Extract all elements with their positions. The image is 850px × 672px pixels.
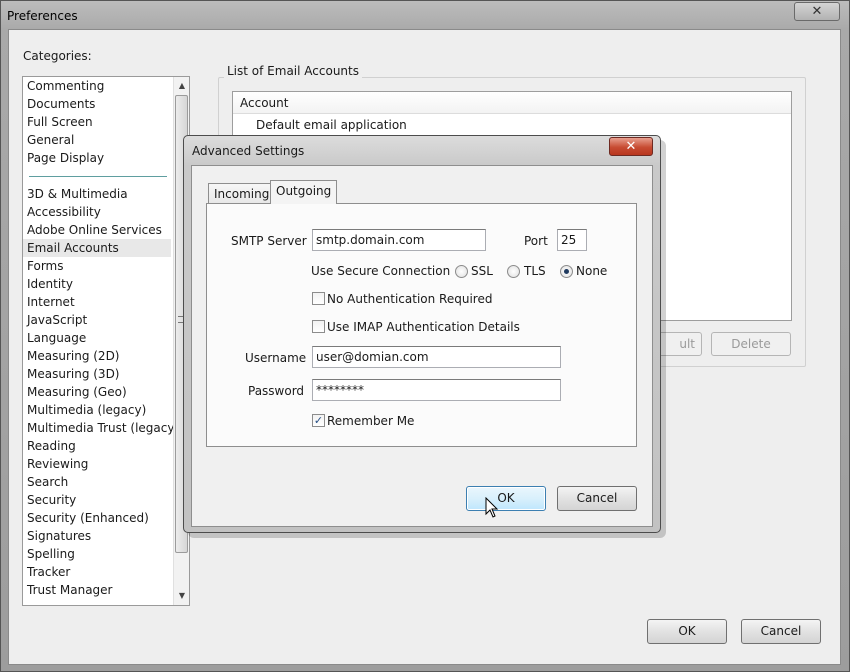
category-item-multimedia-legacy[interactable]: Multimedia (legacy) xyxy=(23,401,171,419)
checkmark-icon: ✓ xyxy=(313,414,324,427)
dialog-close-button[interactable]: ✕ xyxy=(609,137,653,156)
categories-label: Categories: xyxy=(23,49,92,63)
dialog-ok-button[interactable]: OK xyxy=(466,486,546,511)
category-item-spelling[interactable]: Spelling xyxy=(23,545,171,563)
category-separator xyxy=(29,176,167,177)
category-item-reading[interactable]: Reading xyxy=(23,437,171,455)
delete-button[interactable]: Delete xyxy=(711,332,791,356)
tls-label: TLS xyxy=(524,264,546,278)
scroll-down-arrow-icon[interactable]: ▼ xyxy=(177,591,187,601)
imap-auth-checkbox[interactable] xyxy=(312,320,325,333)
category-item-measuring-2d[interactable]: Measuring (2D) xyxy=(23,347,171,365)
category-item-multimedia-trust-legacy[interactable]: Multimedia Trust (legacy) xyxy=(23,419,179,437)
tab-incoming[interactable]: Incoming xyxy=(208,183,276,205)
category-item-adobe-online-services[interactable]: Adobe Online Services xyxy=(23,221,171,239)
ssl-radio[interactable] xyxy=(455,265,468,278)
port-label: Port xyxy=(524,234,548,248)
category-item-page-display[interactable]: Page Display xyxy=(23,149,171,167)
category-item-trust-manager[interactable]: Trust Manager xyxy=(23,581,171,599)
preferences-cancel-button[interactable]: Cancel xyxy=(741,619,821,644)
none-label: None xyxy=(576,264,608,278)
category-item-measuring-3d[interactable]: Measuring (3D) xyxy=(23,365,171,383)
ssl-label: SSL xyxy=(471,264,493,278)
category-item-security[interactable]: Security xyxy=(23,491,171,509)
category-item-javascript[interactable]: JavaScript xyxy=(23,311,171,329)
dialog-title: Advanced Settings xyxy=(192,144,305,158)
remember-me-checkbox[interactable]: ✓ xyxy=(312,414,325,427)
category-item-language[interactable]: Language xyxy=(23,329,171,347)
imap-auth-label: Use IMAP Authentication Details xyxy=(327,320,520,334)
password-input[interactable]: ******** xyxy=(312,379,561,401)
username-label: Username xyxy=(245,351,307,365)
category-item-documents[interactable]: Documents xyxy=(23,95,171,113)
category-item-signatures[interactable]: Signatures xyxy=(23,527,171,545)
account-row[interactable]: Default email application xyxy=(256,118,407,132)
category-item-security-enhanced[interactable]: Security (Enhanced) xyxy=(23,509,171,527)
tab-outgoing[interactable]: Outgoing xyxy=(270,180,338,204)
secure-connection-label: Use Secure Connection xyxy=(311,264,451,278)
window-title: Preferences xyxy=(7,9,78,23)
tls-radio[interactable] xyxy=(507,265,520,278)
username-input[interactable]: user@domian.com xyxy=(312,346,561,368)
email-accounts-group-title: List of Email Accounts xyxy=(224,64,362,78)
close-icon: ✕ xyxy=(811,4,823,19)
category-item-tracker[interactable]: Tracker xyxy=(23,563,171,581)
port-input[interactable]: 25 xyxy=(557,229,587,251)
category-item-forms[interactable]: Forms xyxy=(23,257,171,275)
category-item-email-accounts[interactable]: Email Accounts xyxy=(23,239,171,257)
categories-list[interactable]: Commenting Documents Full Screen General… xyxy=(22,76,190,606)
mouse-cursor-icon xyxy=(485,497,499,518)
category-item-measuring-geo[interactable]: Measuring (Geo) xyxy=(23,383,171,401)
smtp-server-label: SMTP Server xyxy=(231,234,307,248)
close-icon: ✕ xyxy=(625,139,637,154)
category-item-identity[interactable]: Identity xyxy=(23,275,171,293)
account-column-header[interactable]: Account xyxy=(233,92,791,114)
category-item-commenting[interactable]: Commenting xyxy=(23,77,171,95)
category-item-general[interactable]: General xyxy=(23,131,171,149)
category-item-accessibility[interactable]: Accessibility xyxy=(23,203,171,221)
smtp-server-input[interactable]: smtp.domain.com xyxy=(312,229,486,251)
category-item-internet[interactable]: Internet xyxy=(23,293,171,311)
preferences-titlebar[interactable]: Preferences xyxy=(1,1,849,31)
password-label: Password xyxy=(248,384,305,398)
category-item-full-screen[interactable]: Full Screen xyxy=(23,113,171,131)
none-radio[interactable] xyxy=(560,265,573,278)
no-auth-checkbox[interactable] xyxy=(312,292,325,305)
no-auth-label: No Authentication Required xyxy=(327,292,493,306)
dialog-cancel-button[interactable]: Cancel xyxy=(557,486,637,511)
category-item-search[interactable]: Search xyxy=(23,473,171,491)
remember-me-label: Remember Me xyxy=(327,414,415,428)
scroll-up-arrow-icon[interactable]: ▲ xyxy=(177,81,187,91)
preferences-ok-button[interactable]: OK xyxy=(647,619,727,644)
category-item-reviewing[interactable]: Reviewing xyxy=(23,455,171,473)
close-button[interactable]: ✕ xyxy=(794,2,840,21)
category-item-3d-multimedia[interactable]: 3D & Multimedia xyxy=(23,185,171,203)
